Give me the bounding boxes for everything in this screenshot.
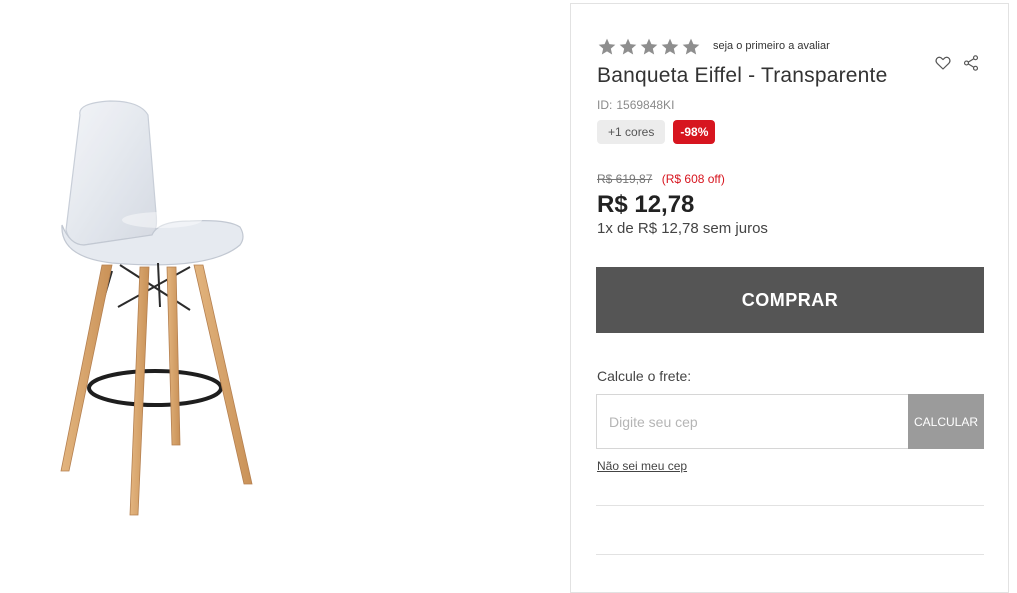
rating-text[interactable]: seja o primeiro a avaliar: [713, 40, 830, 52]
old-price-row: R$ 619,87 (R$ 608 off): [597, 172, 725, 186]
price: R$ 12,78: [597, 191, 695, 218]
badges: +1 cores -98%: [597, 120, 716, 144]
installments: 1x de R$ 12,78 sem juros: [597, 220, 768, 237]
heart-icon[interactable]: [934, 54, 952, 72]
unknown-cep-link[interactable]: Não sei meu cep: [597, 459, 687, 473]
shipping-label: Calcule o frete:: [597, 368, 692, 384]
rating[interactable]: seja o primeiro a avaliar: [597, 37, 830, 57]
product-title: Banqueta Eiffel - Transparente: [597, 64, 888, 87]
cep-form: CALCULAR: [596, 394, 984, 449]
divider: [596, 554, 984, 555]
star-icon[interactable]: [681, 37, 701, 57]
colors-badge[interactable]: +1 cores: [597, 120, 666, 144]
sku-prefix: ID:: [597, 98, 613, 112]
product-actions: [934, 54, 980, 72]
product-info-panel: seja o primeiro a avaliar Banqueta Eiffe…: [570, 3, 1009, 593]
cep-input[interactable]: [596, 394, 908, 449]
star-icon[interactable]: [639, 37, 659, 57]
product-image[interactable]: [40, 95, 280, 525]
star-icon[interactable]: [618, 37, 638, 57]
share-icon[interactable]: [962, 54, 980, 72]
product-sku: ID: 1569848KI: [597, 98, 674, 112]
star-icon[interactable]: [660, 37, 680, 57]
divider: [596, 505, 984, 506]
discount-badge: -98%: [673, 120, 716, 144]
savings: (R$ 608 off): [661, 172, 725, 186]
sku-value: 1569848KI: [616, 98, 675, 112]
buy-button[interactable]: COMPRAR: [596, 267, 984, 333]
rating-stars[interactable]: [597, 37, 701, 57]
calculate-button[interactable]: CALCULAR: [908, 394, 984, 449]
old-price: R$ 619,87: [597, 172, 653, 186]
star-icon[interactable]: [597, 37, 617, 57]
